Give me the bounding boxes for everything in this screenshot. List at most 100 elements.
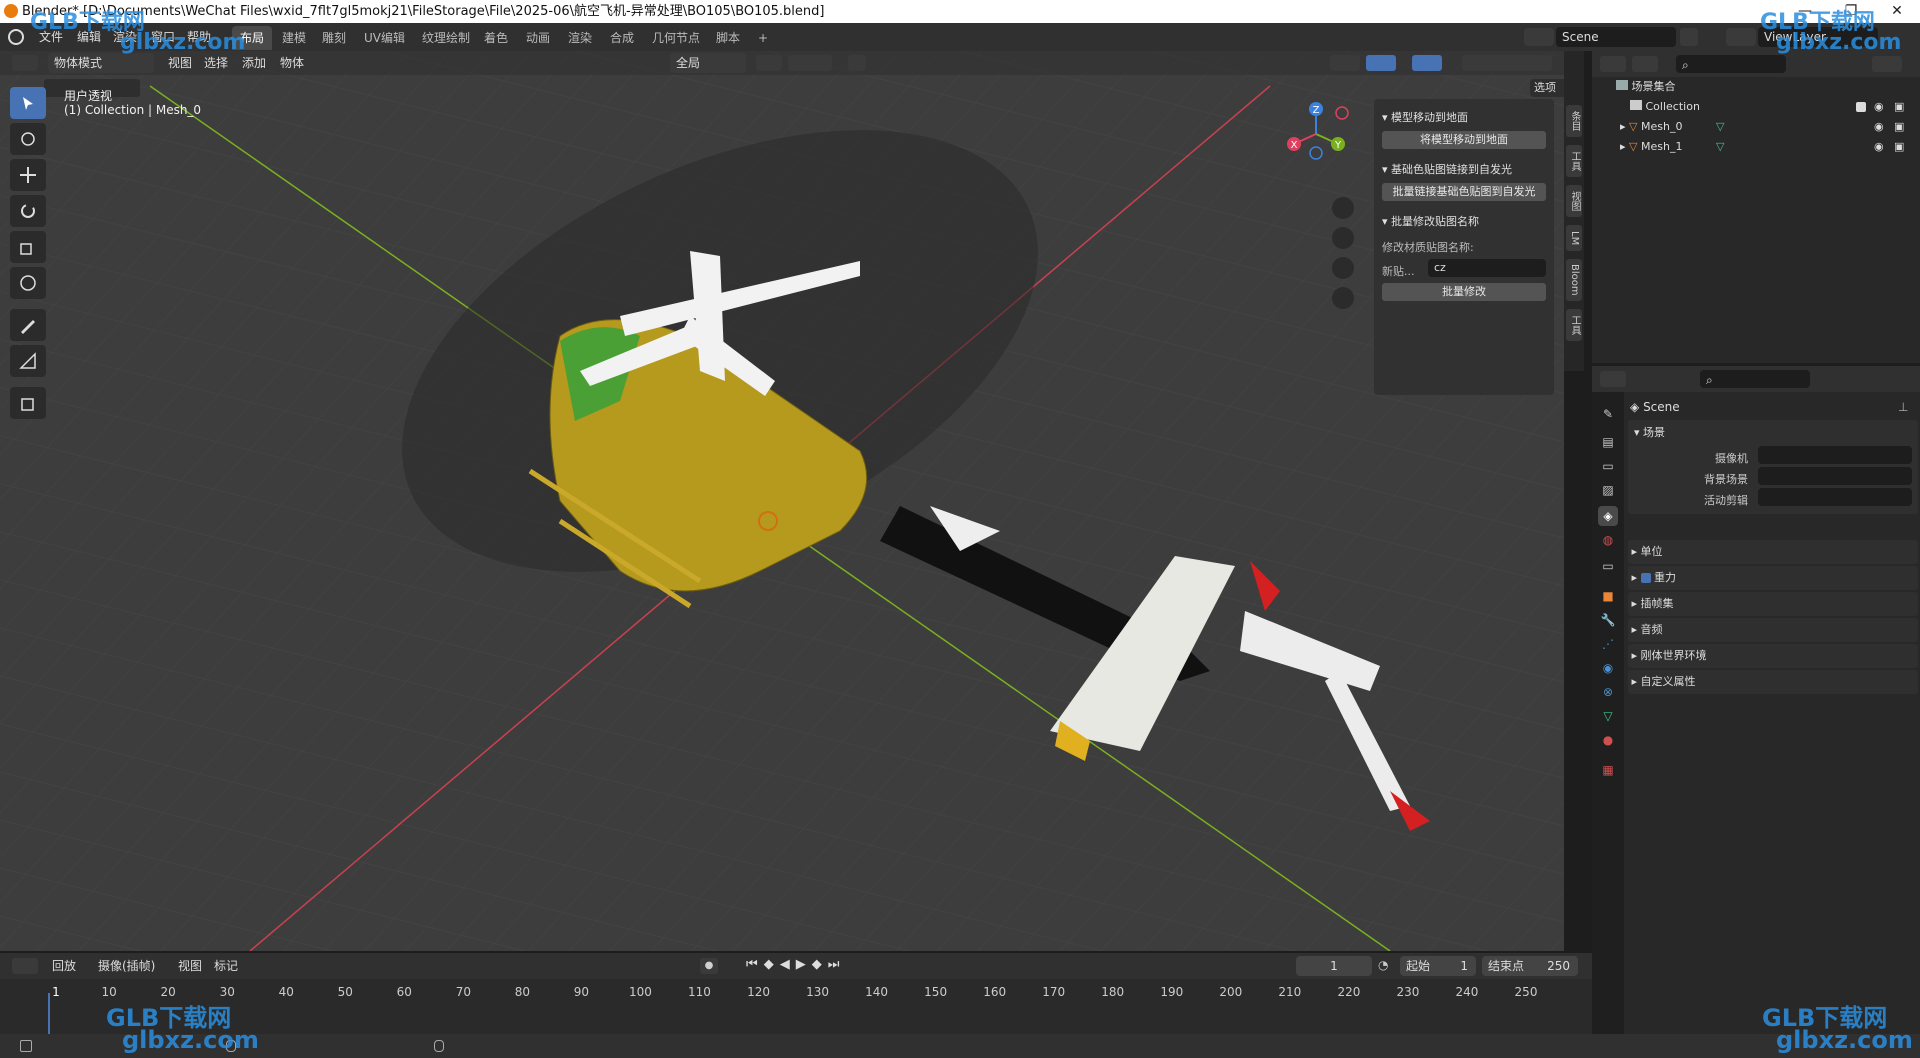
collection-checkbox[interactable] (1856, 102, 1866, 112)
section-basecolor-emission[interactable]: ▾ 基础色贴图链接到自发光 (1382, 161, 1512, 177)
blender-menu-icon[interactable] (8, 29, 24, 45)
viewport-menu-add[interactable]: 添加 (242, 54, 266, 72)
overlay-toggle-icon[interactable] (1412, 55, 1442, 71)
timeline-menu-view[interactable]: 视图 (178, 957, 202, 975)
view-layer-tab-icon[interactable]: ▨ (1598, 480, 1618, 500)
workspace-tab-compositing[interactable]: 合成 (602, 26, 642, 50)
pin-icon[interactable]: ⊥ (1898, 400, 1908, 414)
camera-view-icon[interactable] (1332, 257, 1354, 279)
world-tab-icon[interactable]: ◍ (1598, 530, 1618, 550)
eye-icon[interactable]: ◉ (1874, 137, 1884, 157)
link-basecolor-emission-button[interactable]: 批量链接基础色贴图到自发光 (1382, 183, 1546, 201)
display-mode-icon[interactable] (1632, 56, 1658, 72)
workspace-tab-animation[interactable]: 动画 (518, 26, 558, 50)
ortho-grid-icon[interactable] (1332, 287, 1354, 309)
eye-icon[interactable]: ◉ (1874, 117, 1884, 137)
gizmo-toggle-icon[interactable] (1366, 55, 1396, 71)
active-clip-field[interactable] (1758, 488, 1912, 506)
shading-mode-icons[interactable] (1462, 55, 1552, 71)
timeline-menu-playback[interactable]: 回放 (52, 957, 76, 975)
camera-icon[interactable]: ▣ (1894, 137, 1904, 157)
properties-search-input[interactable]: ⌕ (1700, 370, 1810, 388)
workspace-tab-scripting[interactable]: 脚本 (708, 26, 748, 50)
gravity-checkbox[interactable] (1640, 573, 1651, 583)
properties-editor-icon[interactable] (1600, 371, 1626, 387)
move-tool[interactable] (10, 159, 46, 191)
end-frame-field[interactable]: 结束点 250 (1482, 956, 1578, 976)
modifier-tab-icon[interactable]: 🔧 (1598, 610, 1618, 630)
rotate-tool[interactable] (10, 195, 46, 227)
output-tab-icon[interactable]: ▭ (1598, 456, 1618, 476)
sidebar-tab-lm[interactable]: LM (1566, 225, 1582, 251)
sidebar-tab-bloom[interactable]: Bloom (1566, 259, 1582, 301)
timeline-menu-keying[interactable]: 摄像(插帧) (98, 957, 155, 975)
viewport-menu-object[interactable]: 物体 (280, 54, 304, 72)
eye-icon[interactable]: ◉ (1874, 97, 1884, 117)
section-rigid-body-world[interactable]: ▸ 刚体世界环境 (1628, 644, 1918, 668)
measure-tool[interactable] (10, 345, 46, 377)
workspace-tab-shading[interactable]: 着色 (476, 26, 516, 50)
navigation-gizmo[interactable]: Z Y X (1276, 99, 1356, 169)
outliner-search-input[interactable]: ⌕ (1676, 55, 1786, 73)
snap-icon[interactable] (788, 55, 832, 71)
current-frame-field[interactable]: 1 (1296, 956, 1372, 976)
pan-hand-icon[interactable] (1332, 227, 1354, 249)
3d-viewport[interactable]: 物体模式 视图 选择 添加 物体 全局 选项 用户透视 (1) Collecti… (0, 51, 1564, 951)
section-audio[interactable]: ▸ 音频 (1628, 618, 1918, 642)
filter-icon[interactable] (1872, 56, 1902, 72)
section-keying-sets[interactable]: ▸ 插帧集 (1628, 592, 1918, 616)
camera-field[interactable] (1758, 446, 1912, 464)
visibility-icon[interactable] (1330, 55, 1360, 71)
section-rename-textures[interactable]: ▾ 批量修改贴图名称 (1382, 213, 1479, 229)
timeline-editor-icon[interactable] (12, 958, 38, 974)
workspace-tab-rendering[interactable]: 渲染 (560, 26, 600, 50)
proportional-edit-icon[interactable] (848, 55, 866, 71)
workspace-tab-texture-paint[interactable]: 纹理绘制 (414, 26, 478, 50)
object-tab-icon[interactable]: ■ (1598, 586, 1618, 606)
data-tab-icon[interactable]: ▽ (1598, 706, 1618, 726)
add-cube-tool[interactable] (10, 387, 46, 419)
expand-arrow-icon[interactable]: ▸ (1620, 120, 1626, 133)
sidebar-tab-item[interactable]: 条目 (1566, 105, 1582, 137)
transform-tool[interactable] (10, 267, 46, 299)
scene-selector[interactable]: Scene (1556, 27, 1676, 47)
scene-browse-icon[interactable] (1524, 28, 1554, 46)
cursor-tool[interactable] (10, 123, 46, 155)
particles-tab-icon[interactable]: ⋰ (1598, 634, 1618, 654)
outliner-row-mesh-1[interactable]: ▸ ▽ Mesh_1 ▽ ◉ ▣ (1592, 137, 1920, 157)
section-custom-properties[interactable]: ▸ 自定义属性 (1628, 670, 1918, 694)
camera-icon[interactable]: ▣ (1894, 117, 1904, 137)
outliner-row-mesh-0[interactable]: ▸ ▽ Mesh_0 ▽ ◉ ▣ (1592, 117, 1920, 137)
select-box-tool[interactable] (10, 87, 46, 119)
outliner-row-scene-collection[interactable]: 场景集合 (1592, 77, 1920, 97)
camera-icon[interactable]: ▣ (1894, 97, 1904, 117)
object-mode-dropdown[interactable]: 物体模式 (48, 53, 154, 73)
start-frame-field[interactable]: 起始 1 (1400, 956, 1476, 976)
expand-arrow-icon[interactable]: ▸ (1620, 140, 1626, 153)
render-tab-icon[interactable]: ▤ (1598, 432, 1618, 452)
editor-type-icon[interactable] (12, 55, 38, 71)
scale-tool[interactable] (10, 231, 46, 263)
new-name-input[interactable]: cz (1428, 259, 1546, 277)
options-dropdown[interactable]: 选项 (1530, 79, 1564, 97)
physics-tab-icon[interactable]: ◉ (1598, 658, 1618, 678)
zoom-icon[interactable] (1332, 197, 1354, 219)
record-icon[interactable]: ● (700, 958, 718, 974)
batch-rename-button[interactable]: 批量修改 (1382, 283, 1546, 301)
section-move-to-ground[interactable]: ▾ 模型移动到地面 (1382, 109, 1468, 125)
viewport-menu-select[interactable]: 选择 (204, 54, 228, 72)
outliner-editor-icon[interactable] (1600, 56, 1626, 72)
outliner-row-collection[interactable]: Collection ◉ ▣ (1592, 97, 1920, 117)
workspace-tab-modeling[interactable]: 建模 (274, 26, 314, 50)
new-scene-icon[interactable] (1680, 28, 1698, 46)
stopwatch-icon[interactable]: ◔ (1378, 958, 1396, 974)
transform-orientation-dropdown[interactable]: 全局 (670, 53, 746, 73)
timeline-menu-marker[interactable]: 标记 (214, 957, 238, 975)
material-tab-icon[interactable]: ● (1598, 730, 1618, 750)
annotate-tool[interactable] (10, 309, 46, 341)
pivot-icon[interactable] (756, 55, 782, 71)
texture-tab-icon[interactable]: ▦ (1598, 760, 1618, 780)
scene-tab-icon[interactable]: ◈ (1598, 506, 1618, 526)
move-to-ground-button[interactable]: 将模型移动到地面 (1382, 131, 1546, 149)
workspace-tab-geometry-nodes[interactable]: 几何节点 (644, 26, 708, 50)
